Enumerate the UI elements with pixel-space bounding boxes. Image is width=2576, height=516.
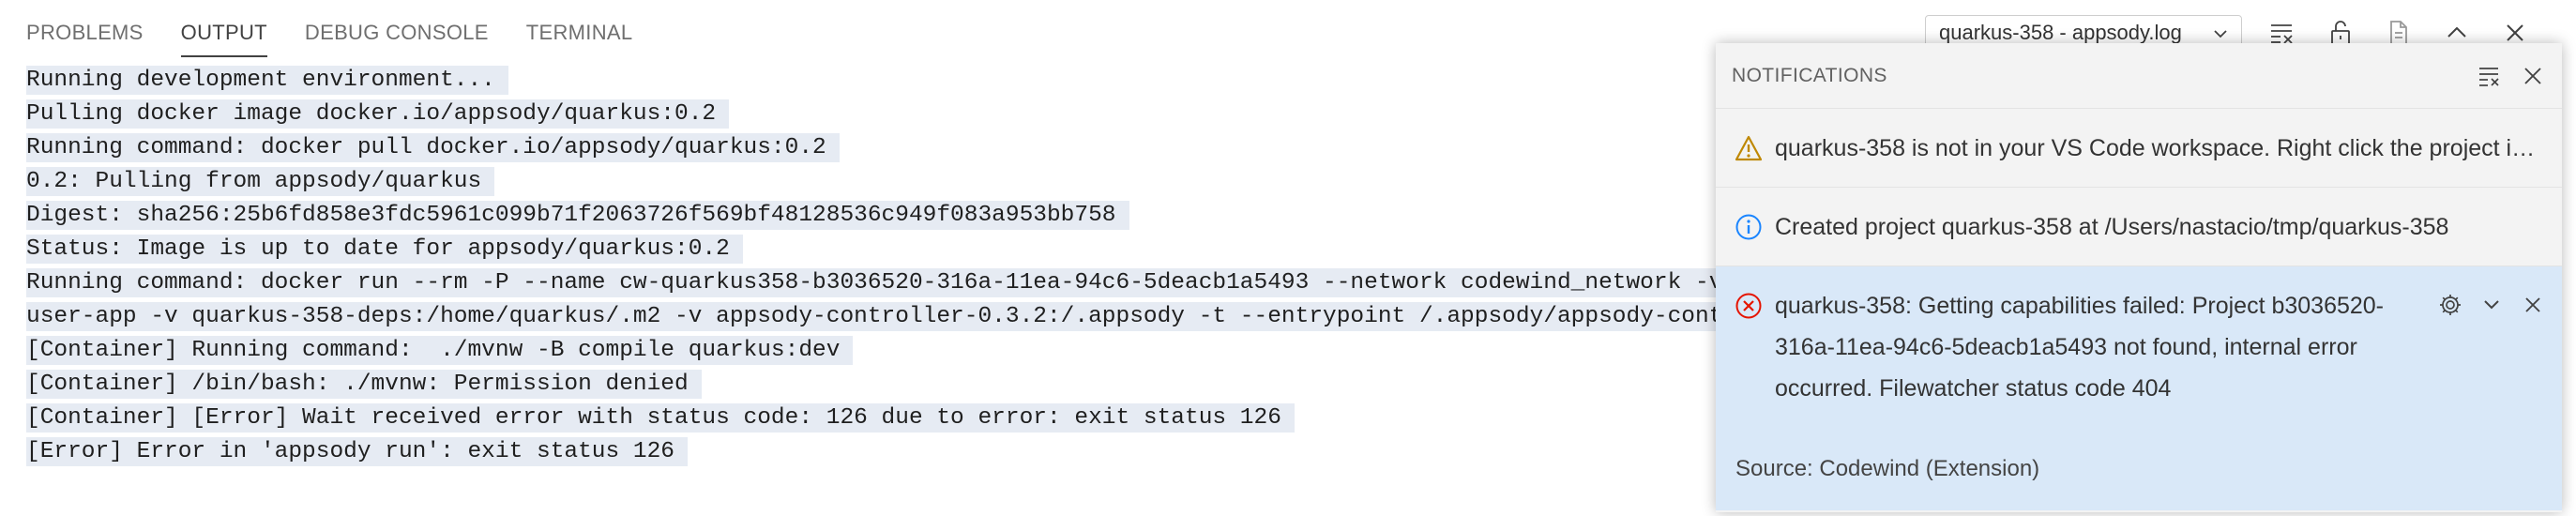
notification-source: Source: Codewind (Extension) <box>1735 456 2040 481</box>
log-line: [Container] Running command: ./mvnw -B c… <box>26 334 1809 368</box>
error-icon <box>1735 292 1763 320</box>
notifications-title: NOTIFICATIONS <box>1732 64 1887 86</box>
log-line: user-app -v quarkus-358-deps:/home/quark… <box>26 300 1809 334</box>
log-line: Status: Image is up to date for appsody/… <box>26 233 1809 266</box>
output-log[interactable]: Running development environment... Pulli… <box>26 64 1809 469</box>
hide-notifications-icon[interactable] <box>2517 60 2549 92</box>
chevron-down-icon[interactable] <box>2476 289 2508 321</box>
warning-icon <box>1735 134 1763 162</box>
notification-message: quarkus-358: Getting capabilities failed… <box>1775 293 2385 402</box>
log-line: Pulling docker image docker.io/appsody/q… <box>26 98 1809 131</box>
log-line: Running command: docker pull docker.io/a… <box>26 131 1809 165</box>
clear-all-notifications-icon[interactable] <box>2474 60 2506 92</box>
log-line: Running command: docker run --rm -P --na… <box>26 266 1809 300</box>
notification-warning[interactable]: quarkus-358 is not in your VS Code works… <box>1716 109 2562 188</box>
log-line: [Container] [Error] Wait received error … <box>26 402 1809 435</box>
output-channel-value: quarkus-358 - appsody.log <box>1939 21 2182 44</box>
notification-error[interactable]: quarkus-358: Getting capabilities failed… <box>1716 266 2562 510</box>
tab-problems[interactable]: PROBLEMS <box>26 0 144 66</box>
tab-terminal[interactable]: TERMINAL <box>526 0 633 66</box>
log-line: 0.2: Pulling from appsody/quarkus <box>26 165 1809 199</box>
log-line: [Error] Error in 'appsody run': exit sta… <box>26 435 1809 469</box>
info-icon <box>1735 213 1763 241</box>
notification-info[interactable]: Created project quarkus-358 at /Users/na… <box>1716 188 2562 266</box>
tab-debug-console[interactable]: DEBUG CONSOLE <box>305 0 489 66</box>
notifications-header: NOTIFICATIONS <box>1716 43 2562 109</box>
log-line: Running development environment... <box>26 64 1809 98</box>
panel-tabs: PROBLEMS OUTPUT DEBUG CONSOLE TERMINAL <box>26 0 670 66</box>
tab-output[interactable]: OUTPUT <box>180 0 268 66</box>
chevron-down-icon <box>2211 24 2230 43</box>
notification-message: quarkus-358 is not in your VS Code works… <box>1775 135 2544 161</box>
log-line: [Container] /bin/bash: ./mvnw: Permissio… <box>26 368 1809 402</box>
close-icon[interactable] <box>2517 289 2549 321</box>
notification-message: Created project quarkus-358 at /Users/na… <box>1775 214 2449 240</box>
log-line: Digest: sha256:25b6fd858e3fdc5961c099b71… <box>26 199 1809 233</box>
gear-icon[interactable] <box>2434 289 2466 321</box>
notifications-center: NOTIFICATIONS quarkus-358 is not in your… <box>1716 43 2562 512</box>
